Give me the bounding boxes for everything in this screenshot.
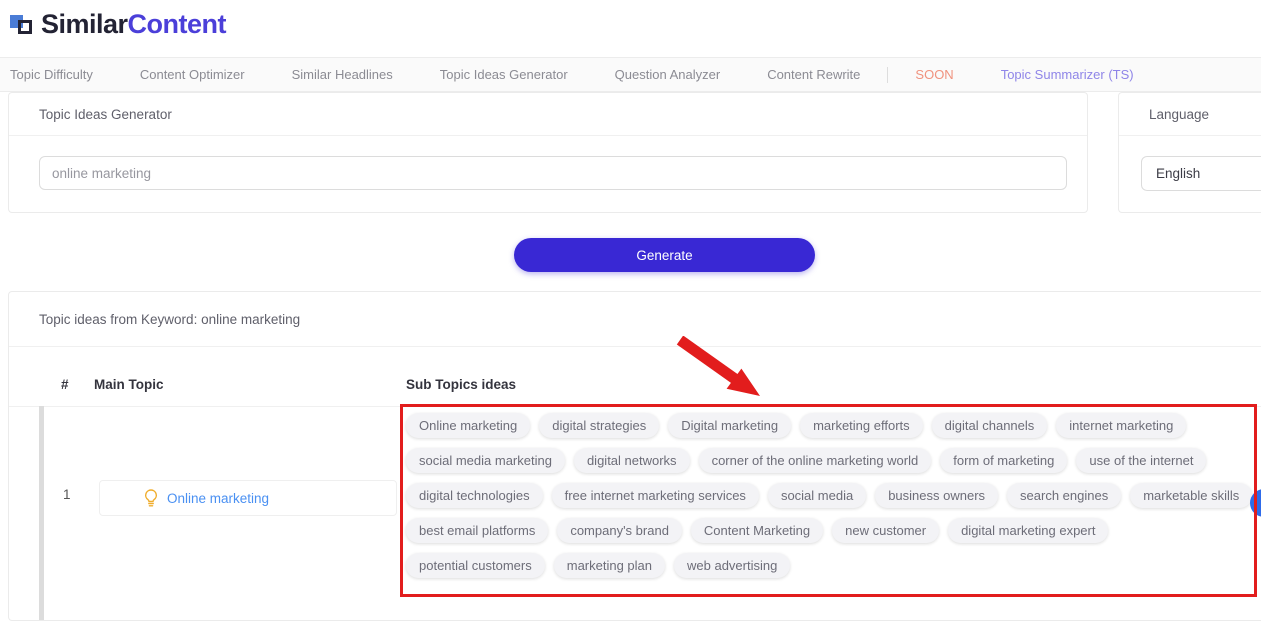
column-header-index: # (61, 377, 69, 392)
brand-name-primary: Similar (41, 9, 128, 39)
sub-topic-chip[interactable]: Digital marketing (668, 413, 792, 438)
sub-topics-area: Online marketing digital strategies Digi… (406, 413, 1261, 588)
main-nav: Topic Difficulty Content Optimizer Simil… (0, 57, 1261, 92)
lightbulb-icon (144, 488, 158, 508)
nav-content-rewrite[interactable]: Content Rewrite (767, 67, 860, 82)
nav-content-optimizer[interactable]: Content Optimizer (140, 67, 245, 82)
chip-row: potential customers marketing plan web a… (406, 553, 1261, 578)
chip-row: Online marketing digital strategies Digi… (406, 413, 1261, 438)
results-divider (9, 346, 1261, 347)
sub-topic-chip[interactable]: digital strategies (539, 413, 660, 438)
language-card: Language English (1118, 92, 1261, 213)
sub-topic-chip[interactable]: Content Marketing (690, 518, 824, 543)
language-select[interactable]: English (1141, 156, 1261, 191)
sub-topic-chip[interactable]: web advertising (674, 553, 791, 578)
chip-row: social media marketing digital networks … (406, 448, 1261, 473)
nav-soon-badge: SOON (915, 67, 954, 82)
sub-topic-chip[interactable]: marketing plan (553, 553, 666, 578)
brand-logo[interactable]: SimilarContent (10, 9, 227, 39)
nav-similar-headlines[interactable]: Similar Headlines (292, 67, 393, 82)
topic-ideas-generator-card: Topic Ideas Generator (8, 92, 1088, 213)
sub-topic-chip[interactable]: search engines (1007, 483, 1122, 508)
column-header-sub-topics: Sub Topics ideas (406, 377, 517, 392)
sub-topic-chip[interactable]: potential customers (406, 553, 545, 578)
nav-topic-summarizer[interactable]: Topic Summarizer (TS) (1001, 67, 1134, 82)
sub-topic-chip[interactable]: digital marketing expert (948, 518, 1109, 543)
sub-topic-chip[interactable]: marketable skills (1130, 483, 1253, 508)
nav-topic-ideas-generator[interactable]: Topic Ideas Generator (440, 67, 568, 82)
sub-topic-chip[interactable]: new customer (832, 518, 940, 543)
sub-topic-chip[interactable]: social media marketing (406, 448, 565, 473)
row-accent-bar (39, 406, 44, 620)
chip-row: best email platforms company's brand Con… (406, 518, 1261, 543)
sub-topic-chip[interactable]: digital networks (573, 448, 690, 473)
brand-logo-icon (10, 11, 36, 38)
chip-row: digital technologies free internet marke… (406, 483, 1261, 508)
sub-topic-chip[interactable]: use of the internet (1076, 448, 1207, 473)
top-bar: SimilarContent (0, 0, 1261, 57)
sub-topic-chip[interactable]: free internet marketing services (551, 483, 759, 508)
keyword-input[interactable] (39, 156, 1067, 190)
brand-name-secondary: Content (127, 9, 227, 39)
sub-topic-chip[interactable]: social media (767, 483, 867, 508)
results-header: Topic ideas from Keyword: online marketi… (39, 312, 301, 327)
sub-topic-chip[interactable]: digital channels (931, 413, 1048, 438)
language-card-title: Language (1149, 107, 1210, 122)
nav-divider (887, 66, 889, 83)
generator-card-title: Topic Ideas Generator (39, 107, 172, 122)
language-card-divider (1119, 135, 1261, 136)
sub-topic-chip[interactable]: form of marketing (940, 448, 1068, 473)
row-index: 1 (63, 487, 71, 502)
sub-topic-chip[interactable]: internet marketing (1056, 413, 1187, 438)
main-topic-cell: Online marketing (99, 480, 397, 516)
main-topic-link[interactable]: Online marketing (167, 491, 269, 506)
sub-topic-chip[interactable]: company's brand (557, 518, 682, 543)
sub-topic-chip[interactable]: business owners (875, 483, 999, 508)
sub-topic-chip[interactable]: Online marketing (406, 413, 531, 438)
generator-card-divider (9, 135, 1087, 136)
nav-topic-difficulty[interactable]: Topic Difficulty (10, 67, 93, 82)
generate-button[interactable]: Generate (514, 238, 815, 272)
sub-topic-chip[interactable]: best email platforms (406, 518, 549, 543)
nav-question-analyzer[interactable]: Question Analyzer (615, 67, 721, 82)
results-card: Topic ideas from Keyword: online marketi… (8, 291, 1261, 621)
sub-topic-chip[interactable]: corner of the online marketing world (698, 448, 932, 473)
sub-topic-chip[interactable]: digital technologies (406, 483, 543, 508)
column-header-main-topic: Main Topic (94, 377, 164, 392)
brand-logo-text: SimilarContent (41, 9, 227, 39)
sub-topic-chip[interactable]: marketing efforts (800, 413, 923, 438)
table-header-divider (9, 406, 1261, 407)
